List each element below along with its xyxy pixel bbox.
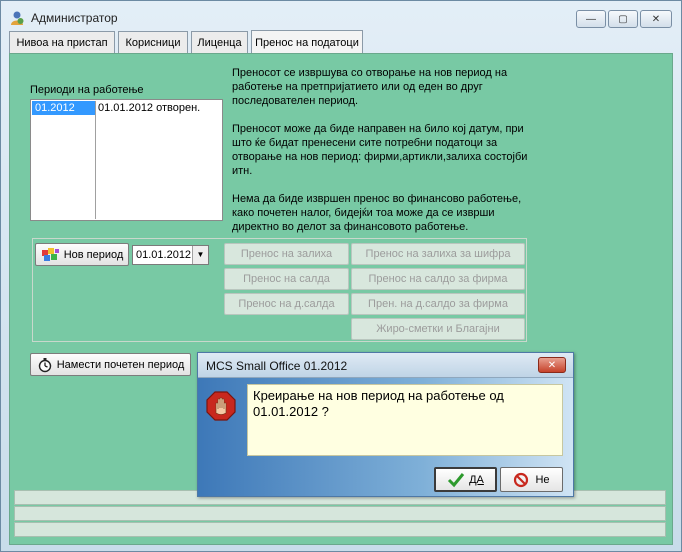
check-icon [448, 472, 465, 487]
status-bar-2 [14, 506, 666, 521]
dialog-close-button[interactable]: ✕ [538, 357, 566, 373]
date-select[interactable]: 01.01.2012 ▼ [132, 245, 209, 265]
close-icon: ✕ [547, 359, 557, 371]
window-title: Администратор [31, 11, 118, 25]
close-icon: ✕ [651, 13, 661, 25]
period-cell-selected[interactable]: 01.2012 [32, 101, 95, 115]
periods-label: Периоди на работење [30, 84, 144, 96]
info-paragraph: Преносот може да биде направен на било к… [232, 123, 528, 177]
maximize-icon: ▢ [618, 13, 628, 25]
close-button[interactable]: ✕ [640, 10, 672, 28]
transfer-stock-by-code-button[interactable]: Пренос на залиха за шифра [351, 243, 525, 265]
info-paragraph: Преносот се извршува со отворање на нов … [232, 67, 508, 107]
dialog-message: Креирање на нов период на работење од 01… [247, 384, 563, 456]
periods-list[interactable]: 01.2012 01.01.2012 отворен. [30, 99, 223, 221]
bank-accounts-cash-button[interactable]: Жиро-сметки и Благајни [351, 318, 525, 340]
app-icon [11, 11, 24, 25]
info-text: Преносот се извршува со отворање на нов … [232, 66, 532, 248]
new-period-button[interactable]: Нов период [35, 243, 129, 266]
minimize-button[interactable]: — [576, 10, 606, 28]
yes-button[interactable]: ДА [434, 467, 497, 492]
title-bar[interactable]: Администратор — ▢ ✕ [1, 1, 681, 31]
transfer-stock-button[interactable]: Пренос на залиха [224, 243, 349, 265]
yes-label: ДА [469, 473, 484, 486]
minimize-icon: — [586, 13, 596, 25]
no-label: Не [535, 473, 550, 486]
period-status-cell[interactable]: 01.01.2012 отворен. [98, 101, 200, 115]
info-paragraph: Нема да биде извршен пренос во финансово… [232, 193, 522, 233]
new-period-icon [41, 247, 59, 261]
dialog-title: MCS Small Office 01.2012 [206, 359, 348, 373]
chevron-down-icon[interactable]: ▼ [192, 246, 208, 264]
set-initial-period-label: Намести почетен период [56, 358, 185, 371]
new-period-label: Нов период [63, 248, 124, 261]
confirm-dialog: MCS Small Office 01.2012 ✕ Креирање на н… [197, 352, 574, 497]
stop-hand-icon [206, 391, 236, 421]
tab-access-levels[interactable]: Нивоа на пристап [9, 31, 115, 53]
no-button[interactable]: Не [500, 467, 563, 492]
transfer-d-balances-button[interactable]: Пренос на д.салда [224, 293, 349, 315]
transfer-balance-by-firm-button[interactable]: Пренос на салдо за фирма [351, 268, 525, 290]
tab-data-transfer[interactable]: Пренос на податоци [251, 30, 363, 54]
dialog-title-bar[interactable]: MCS Small Office 01.2012 ✕ [198, 353, 573, 378]
no-entry-icon [514, 472, 529, 487]
administrator-window: Администратор — ▢ ✕ Нивоа на пристап Кор… [0, 0, 682, 552]
set-initial-period-button[interactable]: Намести почетен период [30, 353, 191, 376]
transfer-d-balance-by-firm-button[interactable]: Прен. на д.салдо за фирма [351, 293, 525, 315]
transfer-balances-button[interactable]: Пренос на салда [224, 268, 349, 290]
period-column: 01.2012 [32, 101, 96, 219]
stopwatch-icon [38, 357, 51, 372]
status-bar-3 [14, 522, 666, 537]
maximize-button[interactable]: ▢ [608, 10, 638, 28]
date-value: 01.01.2012 [136, 249, 192, 261]
tab-users[interactable]: Корисници [118, 31, 188, 53]
tab-license[interactable]: Лиценца [191, 31, 248, 53]
